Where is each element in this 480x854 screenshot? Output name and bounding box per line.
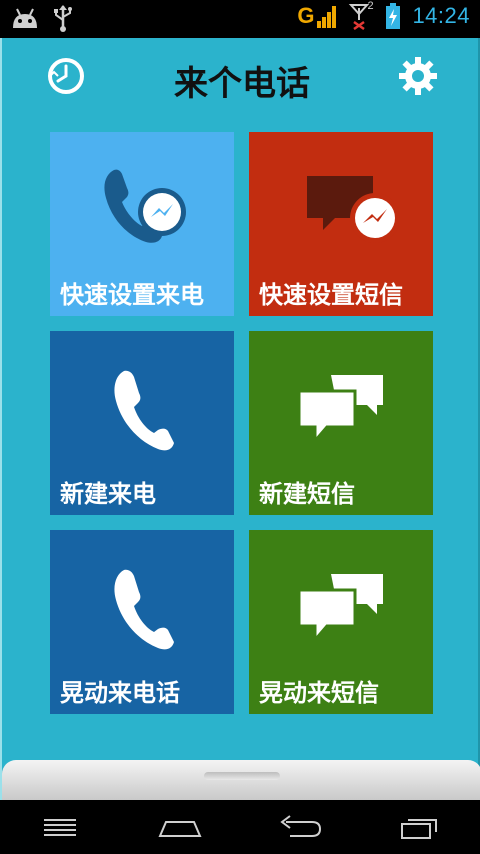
tile-new-call[interactable]: 新建来电: [50, 331, 234, 515]
status-bar: G 2 14:24: [0, 0, 480, 38]
message-with-badge-icon: [307, 176, 400, 243]
tile-label: 晃动来电话: [60, 679, 180, 707]
navigation-bar: [0, 800, 480, 854]
tile-shake-call[interactable]: 晃动来电话: [50, 530, 234, 714]
tile-quick-set-sms[interactable]: 快速设置短信: [249, 132, 433, 316]
chat-bubbles-icon: [297, 375, 383, 446]
recent-apps-icon[interactable]: [390, 808, 450, 846]
home-icon[interactable]: [150, 808, 210, 846]
usb-icon: [54, 5, 72, 32]
android-notification-icon: [13, 8, 37, 28]
app-header: 来个电话: [2, 38, 480, 116]
sim2-indicator: 2: [367, 0, 374, 12]
phone-icon: [114, 569, 174, 650]
tile-label: 快速设置来电: [60, 281, 204, 309]
back-icon[interactable]: [270, 808, 330, 846]
status-time: 14:24: [412, 3, 470, 28]
chat-bubbles-icon: [297, 574, 383, 645]
tile-new-sms[interactable]: 新建短信: [249, 331, 433, 515]
tile-label: 新建短信: [259, 480, 355, 508]
tile-quick-set-call[interactable]: 快速设置来电: [50, 132, 234, 316]
settings-gear-icon[interactable]: [398, 56, 438, 96]
menu-icon[interactable]: [30, 808, 90, 846]
tile-label: 晃动来短信: [259, 679, 379, 707]
phone-with-badge-icon: [104, 169, 186, 243]
tile-label: 新建来电: [60, 480, 156, 508]
app-content: 来个电话 快速设置来电 快速设置短信 新建来电 新建短信 晃动来电话 晃动来短信: [0, 38, 480, 800]
tile-label: 快速设置短信: [259, 281, 403, 309]
signal-strength-icon: [317, 6, 337, 28]
drawer-grip[interactable]: [204, 772, 280, 780]
sim2-signal: 2: [348, 0, 374, 30]
network-type-label: G: [297, 3, 315, 28]
phone-icon: [114, 370, 174, 451]
bottom-drawer-handle[interactable]: [2, 760, 480, 800]
battery-charging-icon: [386, 3, 401, 29]
tile-shake-sms[interactable]: 晃动来短信: [249, 530, 433, 714]
